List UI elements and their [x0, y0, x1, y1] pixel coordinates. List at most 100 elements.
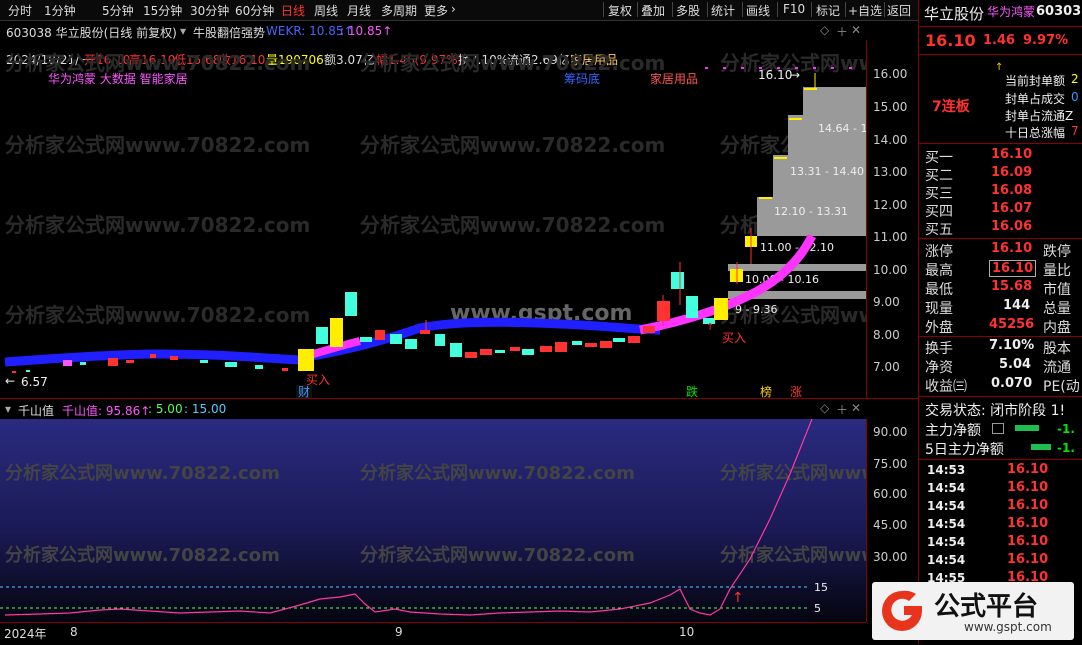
diamond-icon[interactable]: ◇ — [820, 23, 829, 37]
candle — [298, 349, 314, 371]
buy-signal-label: 买入 — [722, 331, 746, 345]
tick-price: 16.10 — [1007, 462, 1049, 477]
candle — [375, 330, 385, 340]
candle — [435, 334, 445, 346]
badge-title: 公式平台 — [934, 592, 1039, 622]
arrow-left-icon: ← — [5, 374, 15, 388]
sub-tick: 30.00 — [873, 550, 908, 564]
watermark-text: 分析家公式网www.70822.com — [5, 213, 310, 237]
candle — [510, 347, 520, 351]
seal-item: 封单占成交 — [1005, 92, 1066, 106]
candle — [316, 327, 328, 344]
stat-row: 收益㈢ 0.070 PE(动 — [925, 376, 1080, 395]
draw-line-button[interactable]: 画线 — [746, 2, 770, 19]
tab-15min[interactable]: 15分钟 — [143, 2, 182, 19]
wekr-value-2: : 10.85↑ — [340, 24, 393, 38]
candle — [255, 365, 263, 369]
tick-time: 14:54 — [927, 517, 966, 531]
overlay-button[interactable]: 叠加 — [641, 2, 665, 19]
stock-name: 华立股份 — [924, 5, 985, 23]
tab-daily[interactable]: 日线 — [281, 2, 305, 19]
arrow-up-icon: ↑ — [706, 322, 714, 333]
main-net5-value: -1. — [1057, 441, 1075, 455]
candle — [80, 362, 86, 365]
candle — [643, 326, 655, 333]
stock-code: 603038 — [1036, 4, 1082, 19]
sub-indicator-name[interactable]: 千山值 — [18, 402, 54, 419]
tab-60min[interactable]: 60分钟 — [235, 2, 274, 19]
tab-weekly[interactable]: 周线 — [314, 2, 338, 19]
diamond-icon[interactable]: ◇ — [820, 401, 829, 415]
stat-row: 最高 16.10 量比 — [925, 260, 1071, 279]
tag-fall: 跌 — [686, 384, 698, 398]
mark-button[interactable]: 标记 — [816, 2, 840, 19]
candle — [282, 368, 288, 371]
stat-row: 最低 15.68 市值 — [925, 279, 1071, 298]
add-watchlist-button[interactable]: +自选 — [848, 2, 882, 19]
seal-value: 7 — [1071, 124, 1079, 138]
date-year: 2024年 — [4, 627, 47, 641]
close-icon[interactable]: ✕ — [851, 23, 861, 37]
adjust-button[interactable]: 复权 — [608, 2, 632, 19]
tab-5min[interactable]: 5分钟 — [102, 2, 134, 19]
tab-intraday[interactable]: 分时 — [8, 2, 32, 19]
close-icon[interactable]: ✕ — [851, 401, 861, 415]
price-axis: 16.00 15.00 14.00 13.00 12.00 11.00 10.0… — [866, 40, 919, 398]
tab-30min[interactable]: 30分钟 — [190, 2, 229, 19]
watermark-text: 分析家公式网www.70822.com — [5, 303, 310, 327]
candlestick-chart[interactable]: 分析家公式网www.70822.com 分析家公式网www.70822.com … — [0, 40, 866, 398]
zoom-in-icon[interactable]: ＋ — [836, 23, 848, 40]
price-tick: 13.00 — [873, 165, 908, 179]
indicator-name[interactable]: 牛股翻倍强势 — [193, 24, 265, 41]
zone-label: 12.10 - 13.31 — [774, 205, 848, 218]
back-button[interactable]: 返回 — [887, 2, 911, 19]
date-month-10: 10 — [679, 625, 695, 639]
seal-value: 2 — [1071, 72, 1079, 86]
sub-indicator-value: 千山值: 95.86↑ — [62, 404, 151, 418]
price-tick: 15.00 — [873, 100, 908, 114]
candle — [480, 349, 492, 355]
limit-up-streak: 7连板 — [932, 99, 970, 115]
tick-time: 14:54 — [927, 553, 966, 567]
price-tick: 10.00 — [873, 263, 908, 277]
dropdown-icon[interactable]: ▾ — [180, 24, 186, 38]
stats-button[interactable]: 统计 — [711, 2, 735, 19]
doc-icon[interactable] — [992, 423, 1004, 434]
multi-stock-button[interactable]: 多股 — [676, 2, 700, 19]
tick-price: 16.10 — [1007, 534, 1049, 549]
sub-tick: 90.00 — [873, 425, 908, 439]
candle — [450, 343, 462, 357]
candle — [540, 346, 552, 352]
candle — [345, 292, 357, 316]
tick-price: 16.10 — [1007, 498, 1049, 513]
stat-row: 净资 5.04 流通 — [925, 357, 1071, 376]
qianshan-indicator-chart[interactable]: 分析家公式网www.70822.com 分析家公式网www.70822.com … — [0, 419, 866, 622]
candle — [150, 354, 156, 358]
resistance-zone — [803, 87, 866, 115]
stat-row: 涨停 16.10 跌停 — [925, 241, 1071, 260]
chevron-right-icon[interactable]: › — [451, 2, 456, 16]
dropdown-icon[interactable]: ▾ — [5, 402, 11, 416]
date-month-9: 9 — [395, 625, 403, 639]
tab-1min[interactable]: 1分钟 — [44, 2, 76, 19]
candle — [686, 296, 698, 318]
candle — [789, 118, 802, 120]
tab-multi-period[interactable]: 多周期 — [381, 2, 417, 19]
bid-row: 买二 16.09 — [925, 165, 1033, 184]
f10-button[interactable]: F10 — [783, 2, 805, 16]
watermark-text: 分析家公式网www.70822.com — [5, 544, 280, 566]
line5-value: : 5.00 — [148, 402, 183, 416]
tab-more[interactable]: 更多 — [424, 2, 448, 19]
watermark-text: 分析家公式网www.70822.com — [360, 544, 635, 566]
candle — [774, 157, 787, 159]
main-net-label: 主力净额 — [925, 423, 981, 439]
zoom-in-icon[interactable]: ＋ — [836, 401, 848, 418]
bid-row: 买一 16.10 — [925, 147, 1033, 166]
tab-monthly[interactable]: 月线 — [347, 2, 371, 19]
watermark-text: 分析家公式网www.70822.com — [360, 51, 665, 75]
seal-item: 当前封单额 — [1005, 74, 1066, 88]
candle — [200, 360, 208, 363]
tag-billboard: 榜 — [760, 384, 772, 398]
zone-label: 13.31 - 14.40 — [790, 165, 864, 178]
candle — [390, 334, 402, 344]
